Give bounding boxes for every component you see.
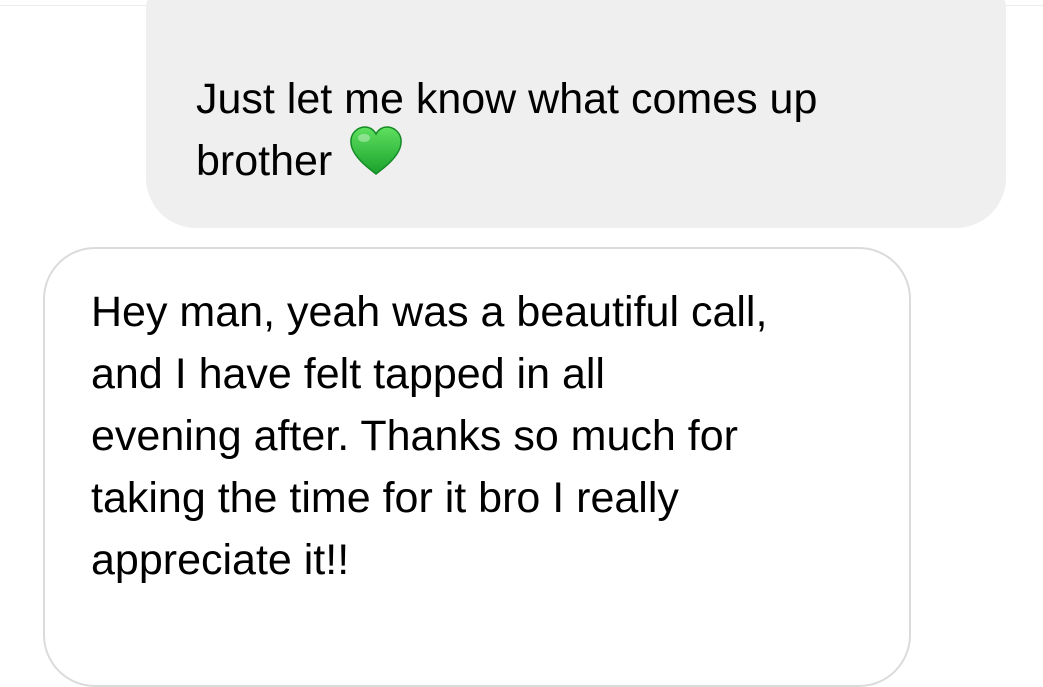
sent-message-bubble[interactable]: Just let me know what comes up brother (146, 0, 1006, 228)
received-message-bubble[interactable]: Hey man, yeah was a beautiful call, and … (43, 247, 911, 687)
message-text-line: evening after. Thanks so much for (91, 412, 738, 460)
message-text-line: appreciate it!! (91, 536, 350, 584)
message-text-line: taking the time for it bro I really (91, 474, 679, 522)
green-heart-icon (348, 125, 404, 194)
message-text: brother (196, 137, 333, 185)
message-text-line: Just let me know what comes up (196, 75, 818, 123)
message-text-line: brother (196, 126, 966, 194)
message-text-line: and I have felt tapped in all (91, 350, 605, 398)
message-text-line: Hey man, yeah was a beautiful call, (91, 288, 768, 336)
